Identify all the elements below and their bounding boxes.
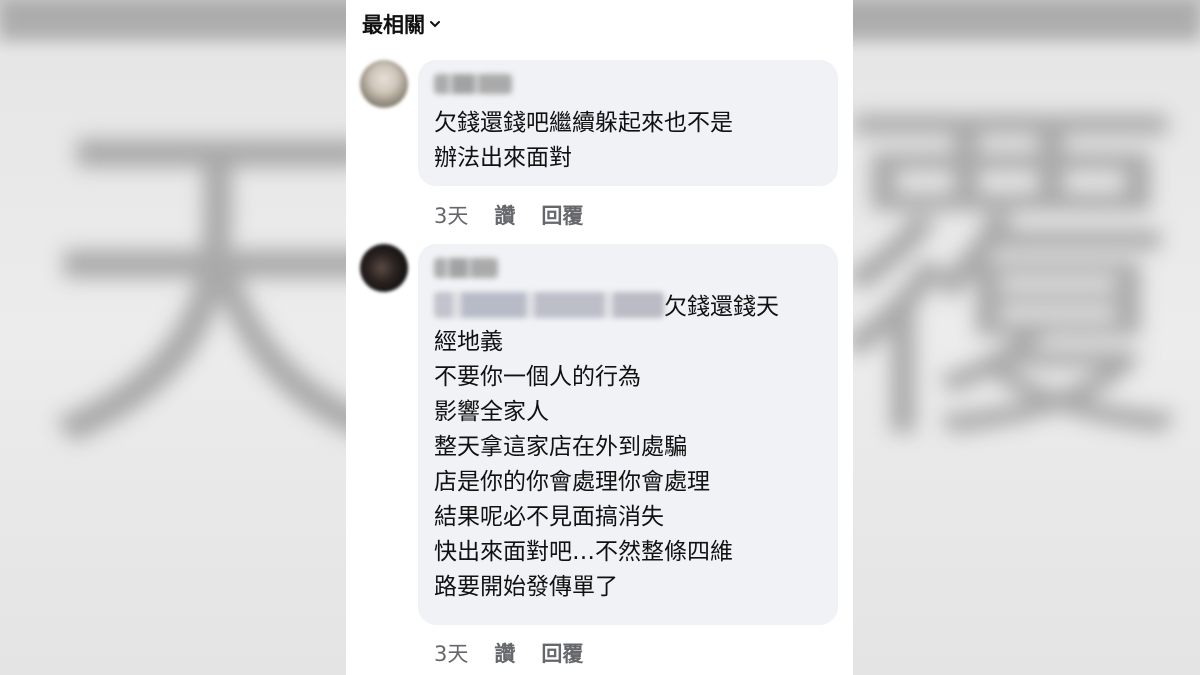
sort-dropdown[interactable]: 最相關 xyxy=(362,8,441,40)
comment-text-rest: 經地義 不要你一個人的行為 影響全家人 整天拿這家店在外到處騙 店是你的你會處理… xyxy=(434,329,733,600)
comment-actions: 3天 讚 回覆 xyxy=(434,638,583,668)
comments-panel: 最相關 欠錢還錢吧繼續躲起來也不是 辦法出來面對 3天 讚 回覆 欠錢還錢天 經… xyxy=(346,0,853,675)
mention-tag-blurred[interactable] xyxy=(434,292,664,318)
comment-time: 3天 xyxy=(434,204,469,228)
commenter-name-blurred[interactable] xyxy=(434,258,498,278)
comment-text: 欠錢還錢天 經地義 不要你一個人的行為 影響全家人 整天拿這家店在外到處騙 店是… xyxy=(434,290,822,605)
reply-button[interactable]: 回覆 xyxy=(541,200,583,230)
comment-text-line1: 欠錢還錢天 xyxy=(664,294,779,320)
background-blurred-glyph-right: 覆 xyxy=(830,70,1190,489)
like-button[interactable]: 讚 xyxy=(494,638,515,668)
comment-bubble: 欠錢還錢天 經地義 不要你一個人的行為 影響全家人 整天拿這家店在外到處騙 店是… xyxy=(418,244,838,625)
avatar[interactable] xyxy=(360,244,408,292)
sort-label: 最相關 xyxy=(362,13,425,37)
comment-actions: 3天 讚 回覆 xyxy=(434,200,583,230)
comment-time: 3天 xyxy=(434,642,469,666)
commenter-name-blurred[interactable] xyxy=(434,74,512,94)
comment-bubble: 欠錢還錢吧繼續躲起來也不是 辦法出來面對 xyxy=(418,60,838,186)
reply-button[interactable]: 回覆 xyxy=(541,638,583,668)
comment-text: 欠錢還錢吧繼續躲起來也不是 辦法出來面對 xyxy=(434,110,733,171)
chevron-down-icon xyxy=(430,21,440,28)
avatar[interactable] xyxy=(360,60,408,108)
like-button[interactable]: 讚 xyxy=(494,200,515,230)
